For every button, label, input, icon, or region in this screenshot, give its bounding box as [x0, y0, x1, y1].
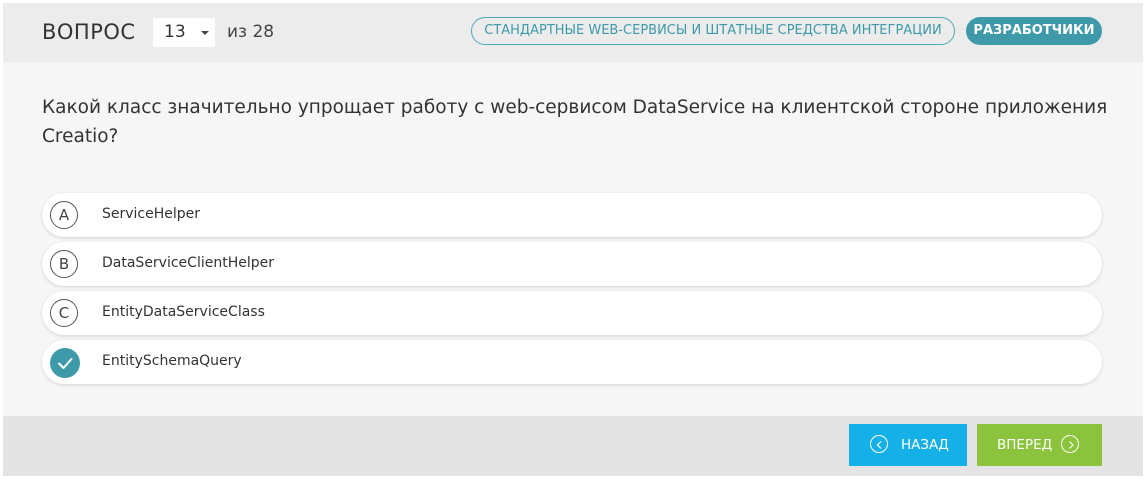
answer-option-b[interactable]: B DataServiceClientHelper — [42, 242, 1102, 286]
question-text: Какой класс значительно упрощает работу … — [42, 97, 1108, 147]
answer-text: DataServiceClientHelper — [102, 255, 274, 271]
next-button-label: ВПЕРЕД — [997, 437, 1053, 453]
audience-tag[interactable]: РАЗРАБОТЧИКИ — [966, 17, 1102, 45]
question-label: ВОПРОС — [42, 20, 136, 44]
answer-letter-c: C — [50, 299, 78, 327]
chevron-left-icon — [870, 435, 888, 453]
next-button[interactable]: ВПЕРЕД — [977, 424, 1102, 466]
back-button-label: НАЗАД — [901, 437, 949, 453]
question-total: из 28 — [227, 22, 275, 42]
answer-option-d[interactable]: EntitySchemaQuery — [42, 340, 1102, 384]
checkmark-icon — [50, 348, 80, 378]
question-number-select[interactable]: 13 — [153, 18, 215, 47]
answer-text: EntityDataServiceClass — [102, 304, 265, 320]
answer-text: EntitySchemaQuery — [102, 353, 242, 369]
quiz-footer: НАЗАД ВПЕРЕД — [3, 416, 1143, 476]
caret-down-icon — [201, 31, 209, 35]
answer-letter-b: B — [50, 250, 78, 278]
quiz-panel: ВОПРОС 13 из 28 СТАНДАРТНЫЕ WEB-СЕРВИСЫ … — [3, 3, 1143, 476]
answer-option-c[interactable]: C EntityDataServiceClass — [42, 291, 1102, 335]
answer-option-a[interactable]: A ServiceHelper — [42, 193, 1102, 237]
back-button[interactable]: НАЗАД — [849, 424, 967, 466]
answer-letter-a: A — [50, 201, 78, 229]
category-tag[interactable]: СТАНДАРТНЫЕ WEB-СЕРВИСЫ И ШТАТНЫЕ СРЕДСТ… — [471, 17, 955, 45]
question-number-value: 13 — [164, 22, 186, 42]
quiz-header: ВОПРОС 13 из 28 СТАНДАРТНЫЕ WEB-СЕРВИСЫ … — [3, 3, 1143, 62]
answer-text: ServiceHelper — [102, 206, 201, 222]
chevron-right-icon — [1061, 435, 1079, 453]
